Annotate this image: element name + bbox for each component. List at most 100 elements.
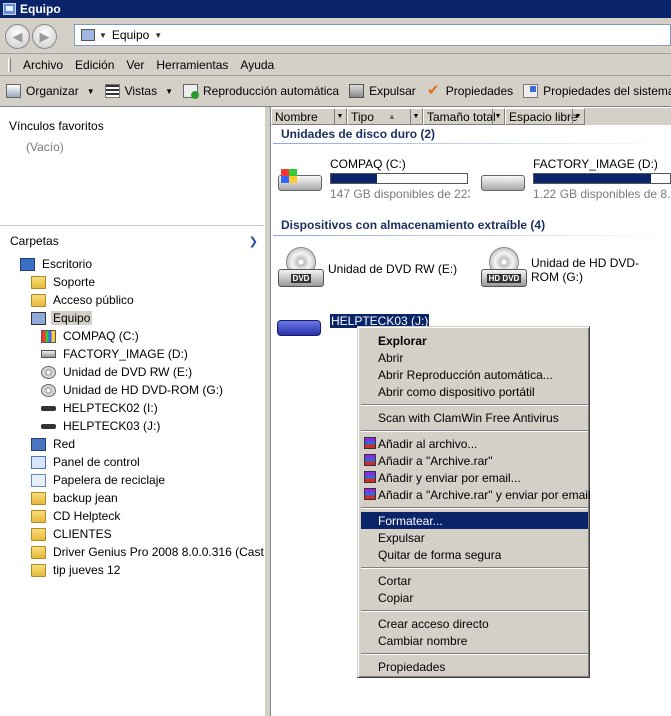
menu-item-anadir-rar-email[interactable]: Añadir a "Archive.rar" y enviar por emai… <box>361 486 591 503</box>
menu-separator <box>361 610 588 612</box>
views-button[interactable]: Vistas ▼ <box>104 84 173 98</box>
menu-item-explorar[interactable]: Explorar <box>361 332 588 349</box>
drive-name: COMPAQ (C:) <box>330 157 406 171</box>
menu-bar: Archivo Edición Ver Herramientas Ayuda <box>0 54 671 76</box>
tree-item-red[interactable]: Red <box>0 435 264 453</box>
dvd-drive-icon <box>41 365 56 379</box>
tree-item-clientes[interactable]: CLIENTES <box>0 525 264 543</box>
toolbar-grip[interactable] <box>8 57 11 72</box>
column-espacio-libre[interactable]: Espacio libre ▼ <box>505 108 585 125</box>
autoplay-label: Reproducción automática <box>203 84 340 98</box>
tree-item-cd-helpteck[interactable]: CD Helpteck <box>0 507 264 525</box>
system-properties-button[interactable]: Propiedades del sistema <box>523 84 671 98</box>
folders-header[interactable]: Carpetas ❯ <box>0 225 264 255</box>
tree-item-tip-jueves[interactable]: tip jueves 12 <box>0 561 264 579</box>
chevron-down-icon[interactable]: ▼ <box>492 109 503 124</box>
computer-icon <box>3 3 16 15</box>
tree-item-label: tip jueves 12 <box>53 563 121 577</box>
menu-ver[interactable]: Ver <box>120 58 150 72</box>
column-label: Espacio libre <box>509 109 578 124</box>
tree-item-escritorio[interactable]: Escritorio <box>0 255 264 273</box>
tree-item-hd-dvd-g[interactable]: Unidad de HD DVD-ROM (G:) <box>0 381 264 399</box>
system-properties-icon <box>523 84 539 98</box>
address-bar[interactable]: ▼ Equipo ▼ <box>74 24 671 46</box>
tree-item-label: backup jean <box>53 491 118 505</box>
group-header-removable[interactable]: Dispositivos con almacenamiento extraíbl… <box>281 218 545 232</box>
menu-item-cambiar-nombre[interactable]: Cambiar nombre <box>361 632 588 649</box>
chevron-down-icon[interactable]: ▼ <box>410 109 421 124</box>
drive-usage-fill <box>534 174 651 183</box>
menu-item-anadir-rar[interactable]: Añadir a "Archive.rar" <box>361 452 588 469</box>
chevron-down-icon[interactable]: ▼ <box>154 31 162 40</box>
tree-item-helpteck02-i[interactable]: HELPTECK02 (I:) <box>0 399 264 417</box>
column-nombre[interactable]: Nombre ▼ <box>271 108 347 125</box>
winrar-icon <box>364 437 376 449</box>
menu-separator <box>361 567 588 569</box>
drive-compaq-c[interactable]: COMPAQ (C:) 147 GB disponibles de 223... <box>276 157 471 201</box>
tree-item-label: CD Helpteck <box>53 509 121 523</box>
eject-button[interactable]: Expulsar <box>349 84 416 98</box>
drive-dvd-e[interactable]: DVD Unidad de DVD RW (E:) <box>274 247 469 293</box>
tree-item-dvd-e[interactable]: Unidad de DVD RW (E:) <box>0 363 264 381</box>
tree-item-factory-image-d[interactable]: FACTORY_IMAGE (D:) <box>0 345 264 363</box>
tree-item-label: HELPTECK02 (I:) <box>63 401 158 415</box>
column-label: Tamaño total <box>427 109 496 124</box>
usb-drive-icon <box>41 423 56 429</box>
back-button[interactable]: ◀ <box>5 24 30 49</box>
column-tamano-total[interactable]: Tamaño total ▼ <box>423 108 505 125</box>
tree-item-papelera[interactable]: Papelera de reciclaje <box>0 471 264 489</box>
tree-item-driver-genius[interactable]: Driver Genius Pro 2008 8.0.0.316 (Cast) <box>0 543 268 561</box>
menu-item-expulsar[interactable]: Expulsar <box>361 529 588 546</box>
menu-item-dispositivo-portatil[interactable]: Abrir como dispositivo portátil <box>361 383 588 400</box>
drive-factory-image-d[interactable]: FACTORY_IMAGE (D:) 1.22 GB disponibles d… <box>479 157 671 201</box>
tree-item-equipo[interactable]: Equipo <box>0 309 264 327</box>
tree-item-label: Driver Genius Pro 2008 8.0.0.316 (Cast) <box>53 545 268 559</box>
menu-item-clamwin-scan[interactable]: Scan with ClamWin Free Antivirus <box>361 409 588 426</box>
menu-item-anadir-email[interactable]: Añadir y enviar por email... <box>361 469 588 486</box>
menu-herramientas[interactable]: Herramientas <box>150 58 234 72</box>
tree-item-helpteck03-j[interactable]: HELPTECK03 (J:) <box>0 417 264 435</box>
chevron-down-icon[interactable]: ▼ <box>334 109 345 124</box>
menu-ayuda[interactable]: Ayuda <box>234 58 280 72</box>
menu-item-abrir[interactable]: Abrir <box>361 349 588 366</box>
tree-item-acceso-publico[interactable]: Acceso público <box>0 291 264 309</box>
menu-archivo[interactable]: Archivo <box>17 58 69 72</box>
autoplay-icon <box>183 84 199 99</box>
forward-button[interactable]: ▶ <box>32 24 57 49</box>
menu-item-cortar[interactable]: Cortar <box>361 572 588 589</box>
column-headers: Nombre ▼ Tipo ▲ ▼ Tamaño total ▼ Espacio lib… <box>271 108 671 125</box>
hard-drive-icon <box>41 350 56 358</box>
tree-item-label: Acceso público <box>53 293 134 307</box>
tree-item-label: Panel de control <box>53 455 140 469</box>
menu-item-quitar-seguro[interactable]: Quitar de forma segura <box>361 546 588 563</box>
menu-item-copiar[interactable]: Copiar <box>361 589 588 606</box>
eject-label: Expulsar <box>369 84 416 98</box>
tree-item-compaq-c[interactable]: COMPAQ (C:) <box>0 327 264 345</box>
menu-item-propiedades[interactable]: Propiedades <box>361 658 588 675</box>
tree-item-label: CLIENTES <box>53 527 112 541</box>
menu-edicion[interactable]: Edición <box>69 58 120 72</box>
tree-item-panel-de-control[interactable]: Panel de control <box>0 453 264 471</box>
autoplay-button[interactable]: Reproducción automática <box>183 84 340 99</box>
computer-icon <box>81 29 95 41</box>
breadcrumb-separator-icon[interactable]: ▼ <box>99 31 107 40</box>
tree-item-backup-jean[interactable]: backup jean <box>0 489 264 507</box>
column-tipo[interactable]: Tipo ▲ ▼ <box>347 108 423 125</box>
menu-item-reproduccion-automatica[interactable]: Abrir Reproducción automática... <box>361 366 588 383</box>
pane-splitter[interactable] <box>264 107 271 716</box>
chevron-down-icon[interactable]: ❯ <box>249 235 258 248</box>
drive-name: FACTORY_IMAGE (D:) <box>533 157 658 171</box>
menu-item-anadir-archivo[interactable]: Añadir al archivo... <box>361 435 588 452</box>
group-header-hdd[interactable]: Unidades de disco duro (2) <box>281 127 435 141</box>
breadcrumb-equipo[interactable]: Equipo <box>112 28 149 42</box>
tree-item-soporte[interactable]: Soporte <box>0 273 264 291</box>
winrar-icon <box>364 454 376 466</box>
properties-button[interactable]: ✔ Propiedades <box>426 83 513 98</box>
organize-button[interactable]: Organizar ▼ <box>6 84 95 98</box>
menu-item-crear-acceso-directo[interactable]: Crear acceso directo <box>361 615 588 632</box>
chevron-down-icon: ▼ <box>165 86 173 96</box>
menu-item-formatear[interactable]: Formatear... <box>361 512 588 529</box>
drive-hd-dvd-g[interactable]: HD DVD Unidad de HD DVD-ROM (G:) <box>477 247 671 293</box>
tree-item-label: HELPTECK03 (J:) <box>63 419 161 433</box>
chevron-down-icon[interactable]: ▼ <box>572 109 583 124</box>
